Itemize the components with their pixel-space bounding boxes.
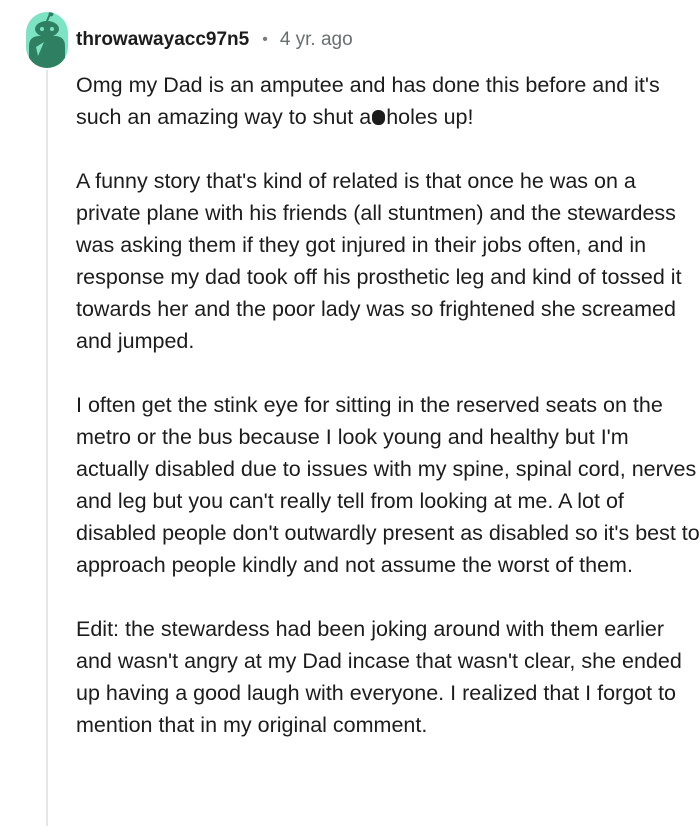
comment-paragraph-1: Omg my Dad is an amputee and has done th…: [76, 69, 700, 133]
comment-paragraph-2: A funny story that's kind of related is …: [76, 169, 682, 353]
comment-header: throwawayacc97n5 • 4 yr. ago: [76, 27, 353, 53]
comment-body: Omg my Dad is an amputee and has done th…: [76, 69, 700, 741]
comment: throwawayacc97n5 • 4 yr. ago Omg my Dad …: [0, 0, 700, 826]
separator-dot: •: [262, 31, 268, 48]
avatar[interactable]: [26, 12, 68, 68]
thread-line[interactable]: [46, 70, 48, 826]
timestamp[interactable]: 4 yr. ago: [280, 29, 353, 51]
snoo-avatar-icon: [29, 12, 65, 68]
comment-paragraph-4: Edit: the stewardess had been joking aro…: [76, 617, 682, 737]
username-link[interactable]: throwawayacc97n5: [76, 29, 249, 51]
paragraph-1-text-start: Omg my Dad is an amputee and has done th…: [76, 73, 660, 129]
comment-paragraph-3: I often get the stink eye for sitting in…: [76, 393, 700, 577]
redaction-mark: [372, 110, 386, 125]
paragraph-1-text-end: holes up!: [386, 105, 474, 129]
